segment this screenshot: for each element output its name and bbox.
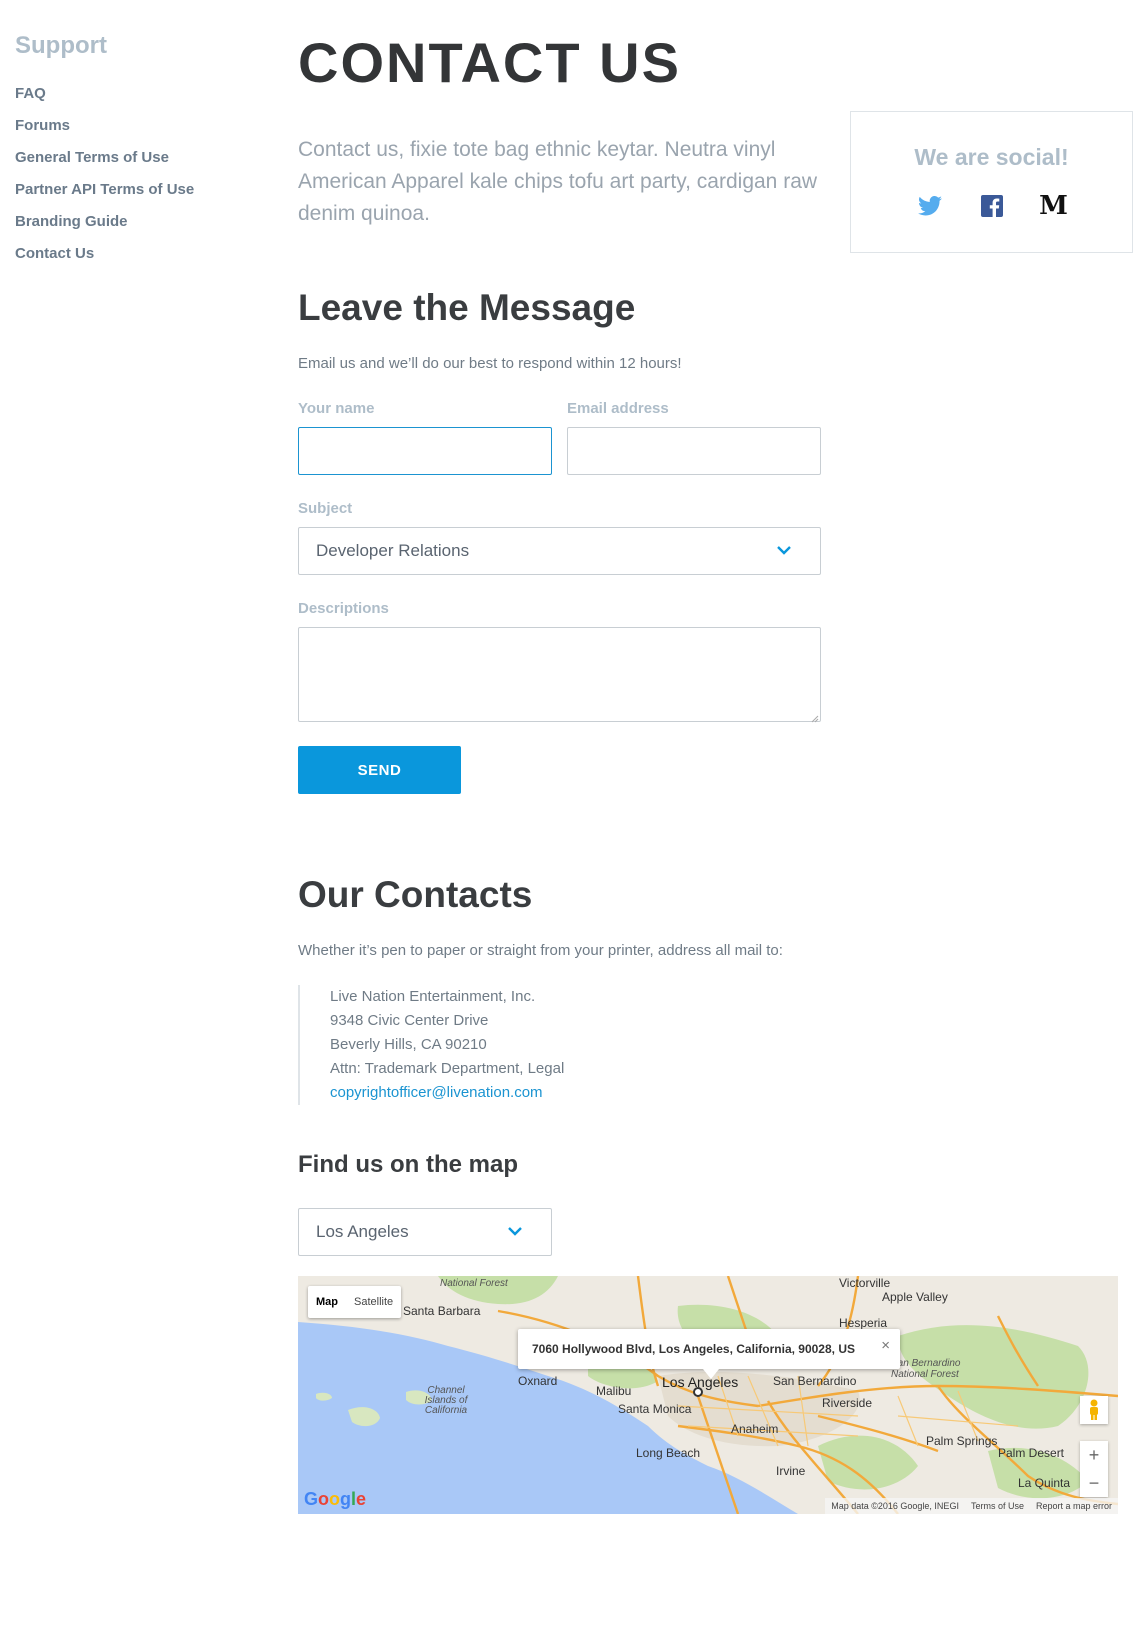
map-label: Anaheim bbox=[731, 1422, 779, 1436]
map-label: Apple Valley bbox=[882, 1290, 948, 1304]
name-label: Your name bbox=[298, 400, 375, 417]
map-label: Oxnard bbox=[518, 1374, 558, 1388]
sidebar-item-partner-api-terms[interactable]: Partner API Terms of Use bbox=[15, 174, 245, 206]
map-label: National Forest bbox=[440, 1278, 508, 1289]
support-sidebar: Support FAQ Forums General Terms of Use … bbox=[15, 32, 245, 270]
twitter-icon[interactable] bbox=[917, 193, 943, 219]
subject-select[interactable]: Developer Relations bbox=[298, 527, 821, 575]
zoom-out-button[interactable]: − bbox=[1080, 1469, 1108, 1497]
sidebar-item-contact-us[interactable]: Contact Us bbox=[15, 238, 245, 270]
map-type-map[interactable]: Map bbox=[308, 1286, 346, 1318]
map-label: Channel Islands of California bbox=[424, 1385, 468, 1416]
map-label: Malibu bbox=[596, 1384, 632, 1398]
map-section-title: Find us on the map bbox=[298, 1151, 518, 1178]
social-box: We are social! M bbox=[850, 111, 1133, 253]
map-popup-address: 7060 Hollywood Blvd, Los Angeles, Califo… bbox=[532, 1342, 855, 1356]
sidebar-title: Support bbox=[15, 32, 107, 59]
leave-message-title: Leave the Message bbox=[298, 287, 636, 328]
map-type-satellite[interactable]: Satellite bbox=[346, 1286, 401, 1318]
map-info-popup: 7060 Hollywood Blvd, Los Angeles, Califo… bbox=[518, 1329, 900, 1379]
location-select[interactable]: Los Angeles bbox=[298, 1208, 552, 1256]
contact-email-link[interactable]: copyrightofficer@livenation.com bbox=[330, 1084, 543, 1101]
our-contacts-subtitle: Whether it’s pen to paper or straight fr… bbox=[298, 942, 783, 959]
map-label: Riverside bbox=[822, 1396, 873, 1410]
map-label: Long Beach bbox=[636, 1446, 701, 1460]
street-view-pegman-icon[interactable] bbox=[1080, 1396, 1108, 1424]
map-label: Hesperia bbox=[839, 1316, 888, 1330]
social-title: We are social! bbox=[914, 144, 1069, 170]
sidebar-item-general-terms[interactable]: General Terms of Use bbox=[15, 142, 245, 174]
map-label: La Quinta bbox=[1018, 1476, 1071, 1490]
description-field[interactable] bbox=[298, 627, 821, 722]
map-data-attribution: Map data ©2016 Google, INEGI bbox=[831, 1501, 959, 1511]
address-line: Beverly Hills, CA 90210 bbox=[330, 1036, 487, 1053]
map-label: Victorville bbox=[839, 1276, 891, 1290]
map-footer: Map data ©2016 Google, INEGI Terms of Us… bbox=[825, 1498, 1118, 1514]
map-label: San Bernardino bbox=[773, 1374, 857, 1388]
subject-label: Subject bbox=[298, 500, 353, 517]
mailing-address: Live Nation Entertainment, Inc. 9348 Civ… bbox=[298, 985, 564, 1105]
zoom-control: + − bbox=[1080, 1441, 1108, 1497]
map-label: Palm Springs bbox=[926, 1434, 998, 1448]
report-map-error-link[interactable]: Report a map error bbox=[1036, 1501, 1112, 1511]
map-label: Santa Monica bbox=[618, 1402, 692, 1416]
map-label: Palm Desert bbox=[998, 1446, 1065, 1460]
location-selected-value: Los Angeles bbox=[316, 1222, 409, 1241]
map-type-control: Map Satellite bbox=[308, 1286, 402, 1318]
map-label: Los Angeles bbox=[662, 1374, 739, 1390]
google-logo: Google bbox=[304, 1489, 367, 1509]
name-field[interactable] bbox=[298, 427, 552, 475]
intro-text: Contact us, fixie tote bag ethnic keytar… bbox=[298, 138, 818, 225]
location-map[interactable]: Victorville Apple Valley Hesperia Santa … bbox=[298, 1276, 1118, 1514]
page-title: CONTACT US bbox=[298, 31, 681, 94]
social-icons: M bbox=[851, 193, 1132, 219]
medium-icon[interactable]: M bbox=[1039, 193, 1068, 219]
sidebar-item-faq[interactable]: FAQ bbox=[15, 78, 245, 110]
zoom-in-button[interactable]: + bbox=[1080, 1441, 1108, 1469]
send-button[interactable]: SEND bbox=[298, 746, 461, 794]
email-label: Email address bbox=[567, 400, 669, 417]
sidebar-item-forums[interactable]: Forums bbox=[15, 110, 245, 142]
our-contacts-title: Our Contacts bbox=[298, 874, 533, 915]
resize-grip-icon[interactable] bbox=[809, 710, 819, 723]
chevron-down-icon bbox=[507, 1223, 523, 1244]
close-icon[interactable]: × bbox=[881, 1337, 890, 1354]
address-line: Live Nation Entertainment, Inc. bbox=[330, 988, 536, 1005]
description-label: Descriptions bbox=[298, 600, 389, 617]
facebook-icon[interactable] bbox=[979, 193, 1005, 219]
email-field[interactable] bbox=[567, 427, 821, 475]
leave-message-subtitle: Email us and we’ll do our best to respon… bbox=[298, 355, 682, 372]
chevron-down-icon bbox=[776, 542, 792, 563]
sidebar-item-branding-guide[interactable]: Branding Guide bbox=[15, 206, 245, 238]
address-line: 9348 Civic Center Drive bbox=[330, 1012, 489, 1029]
map-label: San Bernardino National Forest bbox=[891, 1358, 961, 1380]
map-label: Irvine bbox=[776, 1464, 806, 1478]
map-label: Santa Barbara bbox=[403, 1304, 481, 1318]
map-terms-link[interactable]: Terms of Use bbox=[971, 1501, 1024, 1511]
address-line: Attn: Trademark Department, Legal bbox=[330, 1060, 565, 1077]
subject-selected-value: Developer Relations bbox=[316, 541, 470, 560]
